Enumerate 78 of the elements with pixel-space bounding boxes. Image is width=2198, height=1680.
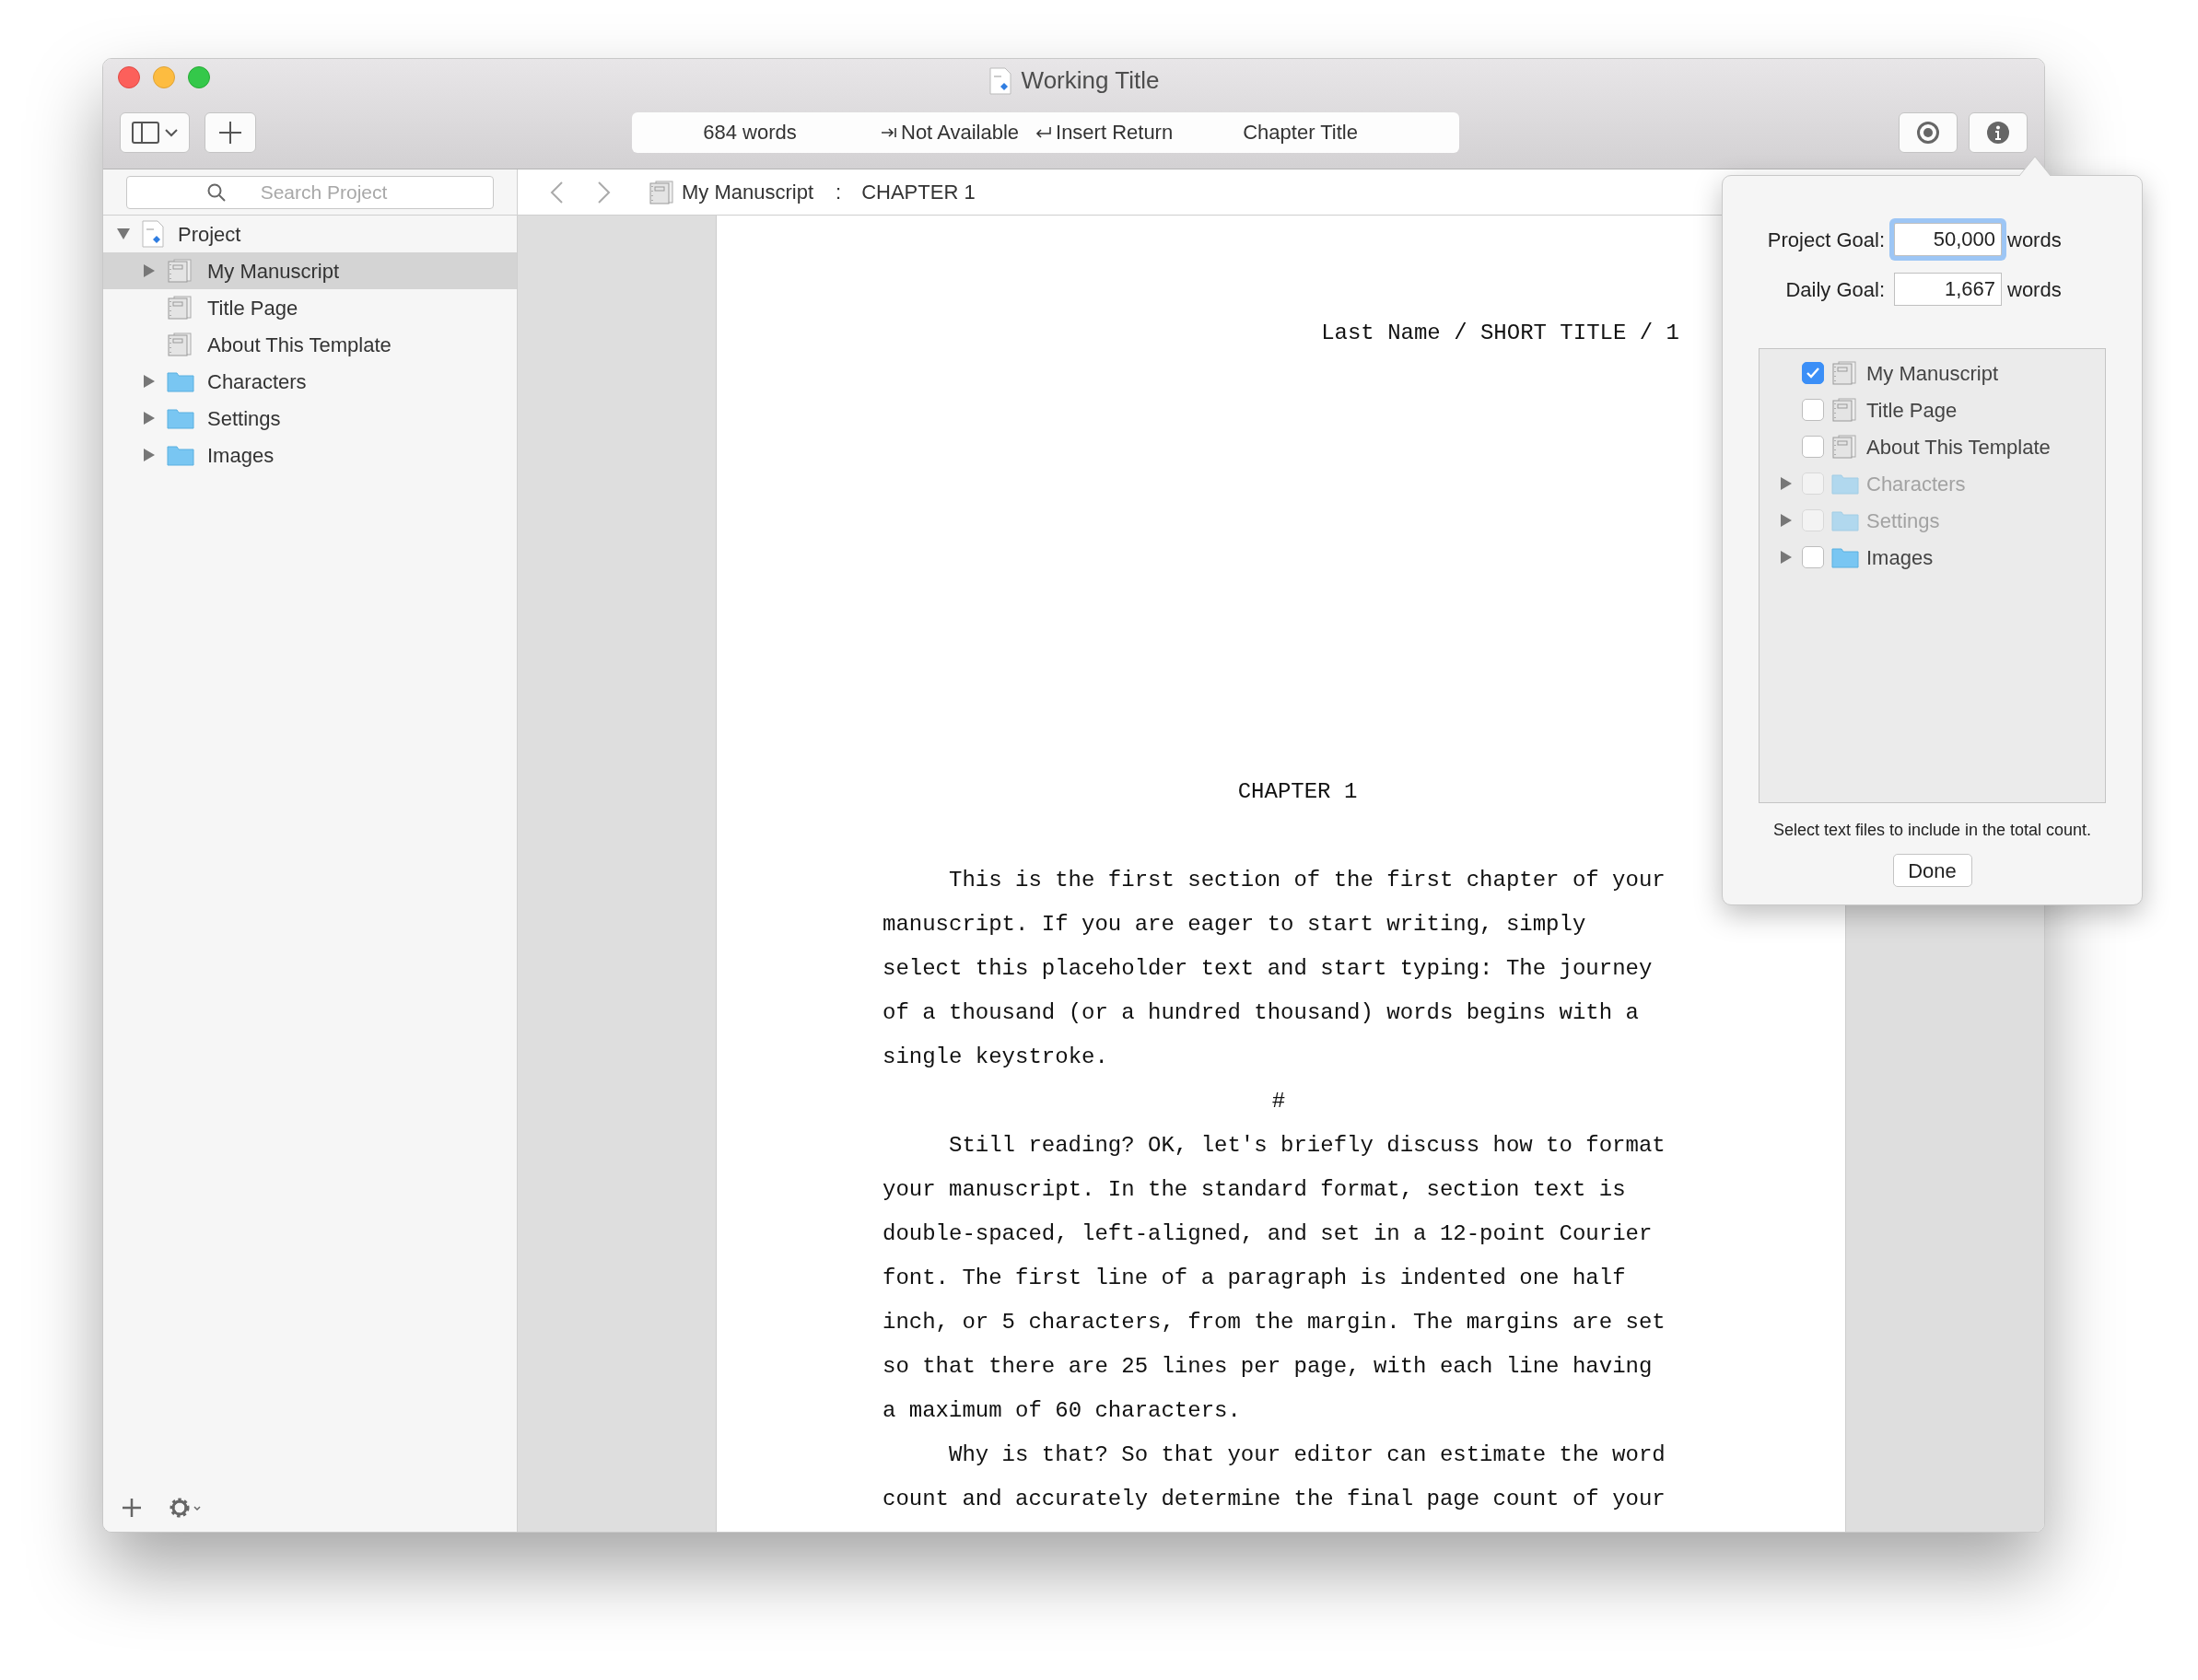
- sidebar-icon: [132, 121, 159, 144]
- window-title: Working Title: [1021, 65, 1160, 96]
- goal-unit: words: [2007, 227, 2062, 253]
- checkbox[interactable]: [1802, 362, 1824, 384]
- popover-caption: Select text files to include in the total count.: [1771, 820, 2093, 841]
- document-stack-icon: [167, 296, 194, 320]
- breadcrumb-document[interactable]: My Manuscript: [682, 177, 814, 207]
- goal-field[interactable]: 50,000: [1894, 223, 2002, 256]
- sidebar-item[interactable]: Title Page: [103, 289, 517, 326]
- disclosure-triangle-icon[interactable]: [143, 374, 156, 389]
- tab-key-icon: [881, 125, 897, 139]
- disclosure-triangle-icon[interactable]: [1780, 550, 1793, 565]
- disclosure-triangle-icon[interactable]: [143, 411, 156, 426]
- body-paragraph: Why is that? So that your editor can estimate the word count and accurately determine the final page count of your: [883, 1441, 1666, 1513]
- search-field[interactable]: Search Project: [126, 175, 494, 209]
- document-stack-icon: [1831, 398, 1859, 422]
- inspector-button[interactable]: [1969, 111, 2028, 153]
- close-button[interactable]: [118, 66, 140, 88]
- goal-label: Daily Goal:: [1784, 276, 1885, 303]
- goal-unit: words: [2007, 276, 2062, 303]
- file-list-label: My Manuscript: [1866, 360, 1999, 387]
- body-paragraph: This is the first section of the first chapter of your manuscript. If you are eager to start writing, simply select this placeholder text and start typing: The journey of a thousand (or a hundred thousand) words begins with a single keystroke.: [883, 867, 1666, 1071]
- body-paragraph: Still reading? OK, let's briefly discuss how to format your manuscript. In the standard format, section text is double-spaced, left-aligned, and set in a 12-point Courier font. The first line of a paragraph is indented one half inch, or 5 characters, from the margin. The margins are set so that there are 25 lines per page, with each line having a maximum of 60 characters.: [883, 1132, 1666, 1425]
- sidebar-toggle-button[interactable]: [120, 111, 190, 153]
- checkbox[interactable]: [1802, 399, 1824, 421]
- document-stack-icon: [167, 259, 194, 283]
- tab-action-button[interactable]: Not Available: [881, 117, 1019, 147]
- folder-icon: [167, 407, 194, 429]
- project-file-icon: [141, 220, 165, 248]
- folder-icon: [167, 370, 194, 392]
- chapter-heading: CHAPTER 1: [1236, 778, 1359, 806]
- folder-icon: [1831, 472, 1859, 495]
- document-stack-icon: [1831, 361, 1859, 385]
- sidebar-item[interactable]: Settings: [103, 400, 517, 437]
- sidebar-item[interactable]: Project: [103, 216, 517, 252]
- disclosure-triangle-icon[interactable]: [143, 448, 156, 462]
- page-header: Last Name / SHORT TITLE / 1: [1321, 320, 1679, 347]
- project-file-icon: [988, 66, 1012, 95]
- scene-break: #: [1270, 1088, 1287, 1115]
- search-icon: [207, 182, 226, 202]
- disclosure-triangle-icon[interactable]: [143, 263, 156, 278]
- checkbox[interactable]: [1802, 436, 1824, 458]
- file-list-label: About This Template: [1866, 434, 2051, 461]
- targets-button[interactable]: [1899, 111, 1958, 153]
- folder-icon: [1831, 509, 1859, 531]
- sidebar-item[interactable]: My Manuscript: [103, 252, 517, 289]
- disclosure-triangle-icon[interactable]: [116, 228, 131, 240]
- sidebar-item[interactable]: Images: [103, 437, 517, 473]
- info-icon: [1986, 120, 2010, 145]
- file-list-label: Title Page: [1866, 397, 1958, 424]
- folder-icon: [1831, 546, 1859, 568]
- goal-label: Project Goal:: [1766, 227, 1885, 253]
- done-button[interactable]: Done: [1892, 854, 1972, 887]
- folder-icon: [167, 444, 194, 466]
- document-stack-icon: [649, 180, 676, 204]
- document-stack-icon: [167, 332, 194, 356]
- checkmark-icon: [1806, 367, 1820, 379]
- return-action-button[interactable]: Insert Return: [1035, 117, 1174, 147]
- file-list-label: Images: [1866, 544, 1934, 571]
- file-list-label: Characters: [1866, 471, 1966, 497]
- word-count-button[interactable]: 684 words: [632, 117, 868, 147]
- section-type-button[interactable]: Chapter Title: [1243, 117, 1358, 147]
- plus-icon[interactable]: [122, 1498, 142, 1518]
- sidebar-item[interactable]: Characters: [103, 363, 517, 400]
- sidebar-item[interactable]: About This Template: [103, 326, 517, 363]
- zoom-button[interactable]: [188, 66, 210, 88]
- goal-field[interactable]: 1,667: [1894, 273, 2002, 306]
- return-key-icon: [1035, 125, 1052, 139]
- checkbox[interactable]: [1802, 546, 1824, 568]
- breadcrumb-section[interactable]: CHAPTER 1: [861, 177, 976, 207]
- add-button[interactable]: [205, 111, 256, 153]
- gear-icon[interactable]: [168, 1496, 203, 1520]
- target-icon: [1916, 120, 1940, 145]
- document-stack-icon: [1831, 435, 1859, 459]
- file-list-label: Settings: [1866, 508, 1940, 534]
- plus-icon: [218, 120, 242, 145]
- chevron-down-icon: [165, 127, 178, 137]
- breadcrumb-separator: :: [836, 180, 842, 205]
